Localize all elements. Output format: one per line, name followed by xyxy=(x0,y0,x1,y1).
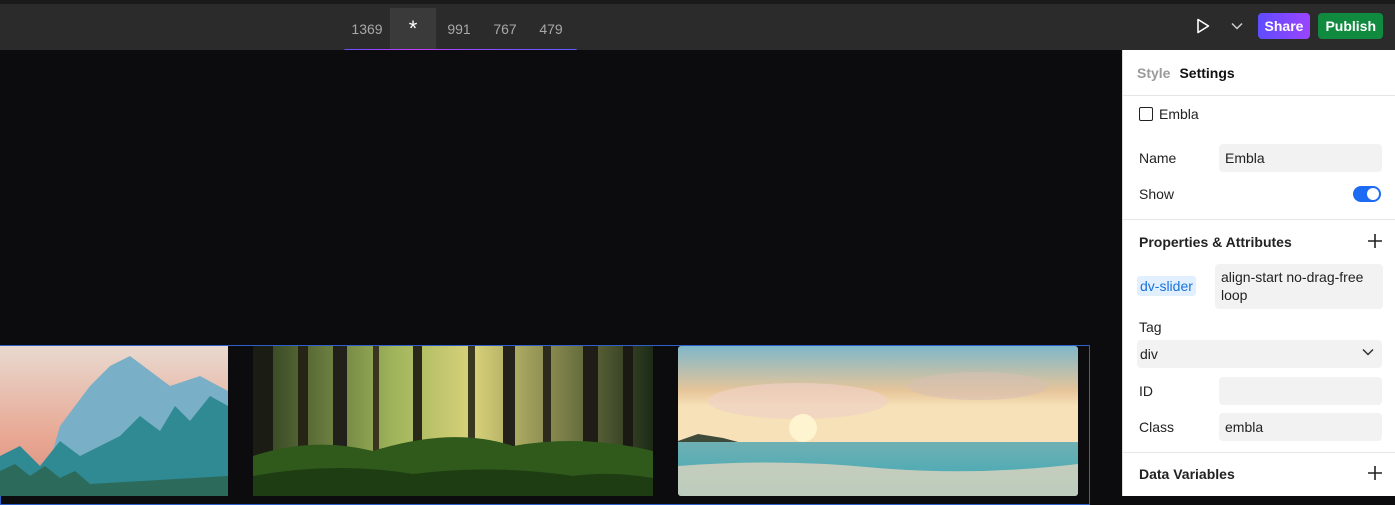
plus-icon xyxy=(1368,466,1382,480)
tag-row: Tag xyxy=(1139,319,1382,335)
tab-style[interactable]: Style xyxy=(1137,65,1170,81)
tag-select-value: div xyxy=(1140,346,1158,362)
add-property-button[interactable] xyxy=(1367,233,1383,251)
publish-button[interactable]: Publish xyxy=(1318,13,1383,39)
show-row: Show xyxy=(1139,184,1382,204)
selected-element-label: Embla xyxy=(1159,106,1199,122)
slide-image-beach[interactable] xyxy=(678,346,1078,496)
class-row: Class embla xyxy=(1139,413,1382,441)
mountains-image xyxy=(0,346,228,496)
panel-tabs: Style Settings xyxy=(1123,50,1395,96)
slide-image-forest[interactable] xyxy=(253,346,653,496)
share-button[interactable]: Share xyxy=(1257,13,1311,39)
breakpoint-base[interactable]: * xyxy=(390,8,436,50)
breakpoint-selector: 1369 * 991 767 479 xyxy=(344,8,574,54)
chevron-down-icon xyxy=(1230,22,1243,30)
selected-element: Embla xyxy=(1139,106,1199,122)
id-row: ID xyxy=(1139,377,1382,405)
slide-image-mountains[interactable] xyxy=(0,346,228,496)
breakpoint-991[interactable]: 991 xyxy=(436,8,482,50)
tag-select[interactable]: div xyxy=(1137,340,1382,368)
top-toolbar: 1369 * 991 767 479 Share Publish xyxy=(0,0,1395,52)
beach-image xyxy=(678,346,1078,496)
breakpoint-479[interactable]: 479 xyxy=(528,8,574,50)
chevron-down-icon xyxy=(1362,348,1374,356)
divider xyxy=(1123,452,1395,453)
add-data-variable-button[interactable] xyxy=(1367,465,1383,483)
preview-options-button[interactable] xyxy=(1224,13,1250,39)
settings-panel: Style Settings Embla Name Embla Show Pro… xyxy=(1122,50,1395,496)
attribute-key[interactable]: dv-slider xyxy=(1137,276,1196,296)
class-label: Class xyxy=(1139,419,1175,435)
square-icon xyxy=(1139,107,1153,121)
data-variables-section-title: Data Variables xyxy=(1139,466,1235,482)
divider xyxy=(1123,219,1395,220)
preview-button[interactable] xyxy=(1190,13,1216,39)
name-input[interactable]: Embla xyxy=(1219,144,1382,172)
tab-settings[interactable]: Settings xyxy=(1179,65,1234,81)
toolbar-actions: Share Publish xyxy=(1190,13,1383,39)
id-input[interactable] xyxy=(1219,377,1382,405)
name-row: Name Embla xyxy=(1139,144,1382,172)
breakpoint-767[interactable]: 767 xyxy=(482,8,528,50)
show-toggle[interactable] xyxy=(1353,186,1381,202)
tag-label: Tag xyxy=(1139,319,1162,335)
play-icon xyxy=(1196,18,1209,34)
properties-section-title: Properties & Attributes xyxy=(1139,234,1292,250)
design-canvas[interactable] xyxy=(0,50,1122,505)
breakpoint-1369[interactable]: 1369 xyxy=(344,8,390,50)
class-input[interactable]: embla xyxy=(1219,413,1382,441)
show-label: Show xyxy=(1139,186,1175,202)
plus-icon xyxy=(1368,234,1382,248)
id-label: ID xyxy=(1139,383,1153,399)
forest-image xyxy=(253,346,653,496)
attribute-value[interactable]: align-start no-drag-free loop xyxy=(1215,264,1383,309)
name-label: Name xyxy=(1139,150,1177,166)
